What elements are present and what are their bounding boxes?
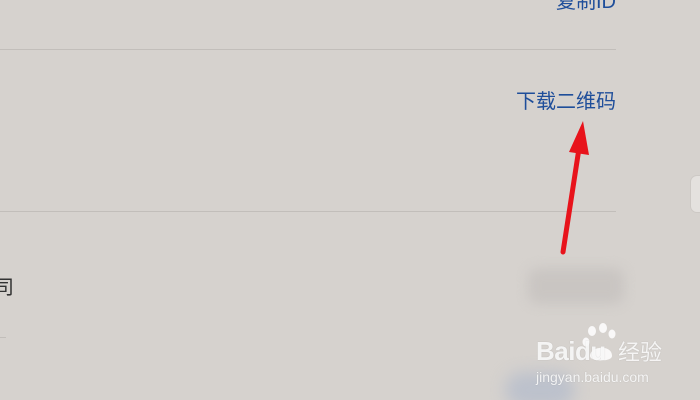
row-divider xyxy=(0,49,616,50)
settings-panel: 复制ID 下载二维码 司 Baidu 经验 jingyan.baidu.com xyxy=(0,0,700,400)
paw-print-icon xyxy=(582,323,616,361)
watermark-logo-text: Baidu xyxy=(536,336,606,366)
row-divider xyxy=(0,211,616,212)
download-qr-code-link[interactable]: 下载二维码 xyxy=(516,90,616,114)
blurred-area xyxy=(505,372,575,400)
red-arrow-icon xyxy=(560,121,589,255)
scrollbar-handle[interactable] xyxy=(691,176,700,212)
watermark-logo-suffix: 经验 xyxy=(618,340,663,365)
copy-id-link[interactable]: 复制ID xyxy=(556,0,616,14)
row-divider xyxy=(0,337,6,338)
truncated-row-label: 司 xyxy=(0,277,14,299)
blurred-area xyxy=(528,268,624,304)
